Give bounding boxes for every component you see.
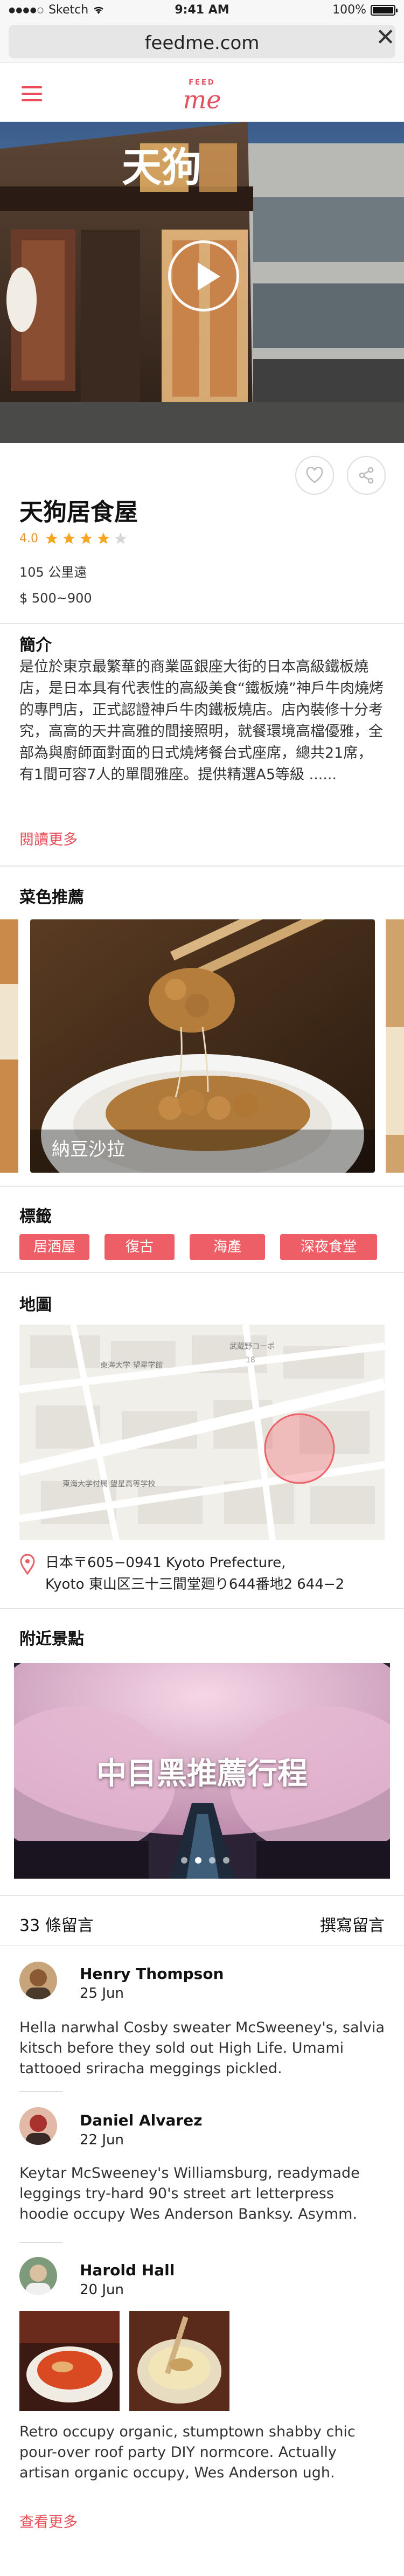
- status-bar: ●●●●○ Sketch 9:41 AM 100%: [0, 0, 404, 22]
- restaurant-name: 天狗居食屋: [19, 498, 138, 526]
- comment-count: 33 條留言: [19, 1916, 94, 1935]
- hero-image[interactable]: 天狗: [0, 122, 404, 443]
- tags-title: 標籤: [19, 1207, 52, 1226]
- browser-url-bar: feedme.com ✕: [0, 22, 404, 63]
- comment-photo[interactable]: [129, 2311, 229, 2411]
- write-comment-button[interactable]: 撰寫留言: [320, 1912, 385, 1936]
- comment-text: Keytar McSweeney's Williamsburg, readyma…: [19, 2165, 360, 2222]
- logo[interactable]: me: [0, 86, 404, 113]
- address-line-1: 日本〒605−0941 Kyoto Prefecture,: [45, 1555, 286, 1571]
- star-icon: [80, 532, 92, 544]
- divider: [0, 1186, 404, 1187]
- map-label-block: 18: [246, 1356, 255, 1365]
- comment-text: Retro occupy organic, stumptown shabby c…: [19, 2423, 356, 2481]
- price-range: $ 500~900: [19, 591, 92, 606]
- map-label-school2: 東海大学付属 望星高等学校: [62, 1479, 155, 1488]
- divider: [0, 1608, 404, 1609]
- tag-retro[interactable]: 復古: [105, 1234, 175, 1260]
- star-icon: [46, 532, 58, 544]
- star-icon: [97, 532, 109, 544]
- comment-author[interactable]: Daniel Alvarez: [80, 2111, 203, 2129]
- star-rating: [45, 531, 128, 545]
- share-button[interactable]: [347, 456, 386, 495]
- battery-icon: [371, 4, 398, 16]
- nearby-banner[interactable]: 中目黑推薦行程: [14, 1663, 390, 1879]
- comment-divider: [19, 2091, 62, 2092]
- address-line-2: Kyoto 東山区三十三間堂廻り644番地2 644−2: [45, 1576, 345, 1592]
- comment-text: Hella narwhal Cosby sweater McSweeney's,…: [19, 2019, 385, 2077]
- divider: [0, 1945, 404, 1946]
- nearby-carousel-dots: [181, 1857, 229, 1864]
- dish-card[interactable]: 納豆沙拉: [30, 919, 375, 1173]
- app-header: FEED me: [0, 63, 404, 122]
- comment-author[interactable]: Harold Hall: [80, 2261, 175, 2279]
- favorite-button[interactable]: [295, 456, 334, 495]
- tag-late-night[interactable]: 深夜食堂: [280, 1234, 377, 1260]
- map-title: 地圖: [19, 1296, 52, 1314]
- tag-list: 居酒屋 復古 海產 深夜食堂: [19, 1234, 377, 1260]
- distance-text: 105 公里遠: [19, 565, 87, 580]
- dishes-title: 菜色推薦: [19, 888, 84, 907]
- divider: [0, 1895, 404, 1896]
- prev-dish-peek[interactable]: [0, 919, 18, 1173]
- dish-carousel[interactable]: 納豆沙拉: [0, 919, 404, 1173]
- read-more-link[interactable]: 閱讀更多: [19, 828, 78, 849]
- map-label-shop: 武蔵野コーポ: [229, 1342, 275, 1351]
- map-label-school: 東海大学 望星学館: [100, 1361, 163, 1370]
- comment-date: 20 Jun: [80, 2282, 124, 2298]
- battery-percent: 100%: [332, 3, 366, 17]
- comment-photo[interactable]: [19, 2311, 120, 2411]
- see-more-comments-link[interactable]: 查看更多: [19, 2510, 78, 2531]
- status-right: 100%: [332, 3, 398, 17]
- comment-date: 22 Jun: [80, 2132, 124, 2148]
- star-icon: [115, 532, 127, 544]
- divider: [0, 865, 404, 867]
- rating-value: 4.0: [19, 531, 38, 545]
- intro-title: 簡介: [19, 636, 52, 655]
- tag-seafood[interactable]: 海產: [190, 1234, 265, 1260]
- close-icon[interactable]: ✕: [375, 26, 395, 50]
- url-text: feedme.com: [144, 32, 260, 54]
- action-buttons: [295, 456, 386, 495]
- avatar[interactable]: [19, 2107, 57, 2145]
- rating-row: 4.0: [19, 531, 128, 545]
- next-dish-peek[interactable]: [386, 919, 404, 1173]
- comment-author[interactable]: Henry Thompson: [80, 1965, 224, 1983]
- star-icon: [63, 532, 75, 544]
- intro-text: 是位於東京最繁華的商業區銀座大街的日本高級鐵板燒店，是日本具有代表性的高級美食“…: [19, 659, 384, 783]
- nearby-banner-title: 中目黑推薦行程: [96, 1756, 308, 1791]
- nearby-title: 附近景點: [19, 1630, 84, 1649]
- map-graphic: 東海大学 望星学館 武蔵野コーポ 東海大学付属 望星高等学校 18: [19, 1325, 385, 1540]
- map-view[interactable]: 東海大学 望星学館 武蔵野コーポ 東海大学付属 望星高等学校 18: [19, 1325, 385, 1540]
- share-icon: [359, 467, 374, 484]
- location-pin-icon: [20, 1554, 35, 1575]
- comment-divider: [19, 2242, 62, 2243]
- address-text: 日本〒605−0941 Kyoto Prefecture, Kyoto 東山区三…: [45, 1552, 344, 1595]
- dish-name: 納豆沙拉: [52, 1139, 125, 1160]
- heart-icon: [306, 467, 323, 483]
- hero-sign-text: 天狗: [122, 144, 201, 191]
- avatar[interactable]: [19, 2257, 57, 2295]
- address-field[interactable]: feedme.com: [9, 25, 395, 58]
- tag-izakaya[interactable]: 居酒屋: [19, 1234, 89, 1260]
- play-icon[interactable]: [168, 240, 239, 311]
- divider: [0, 1272, 404, 1273]
- comment-date: 25 Jun: [80, 1985, 124, 2002]
- avatar[interactable]: [19, 1962, 57, 1999]
- divider: [0, 623, 404, 624]
